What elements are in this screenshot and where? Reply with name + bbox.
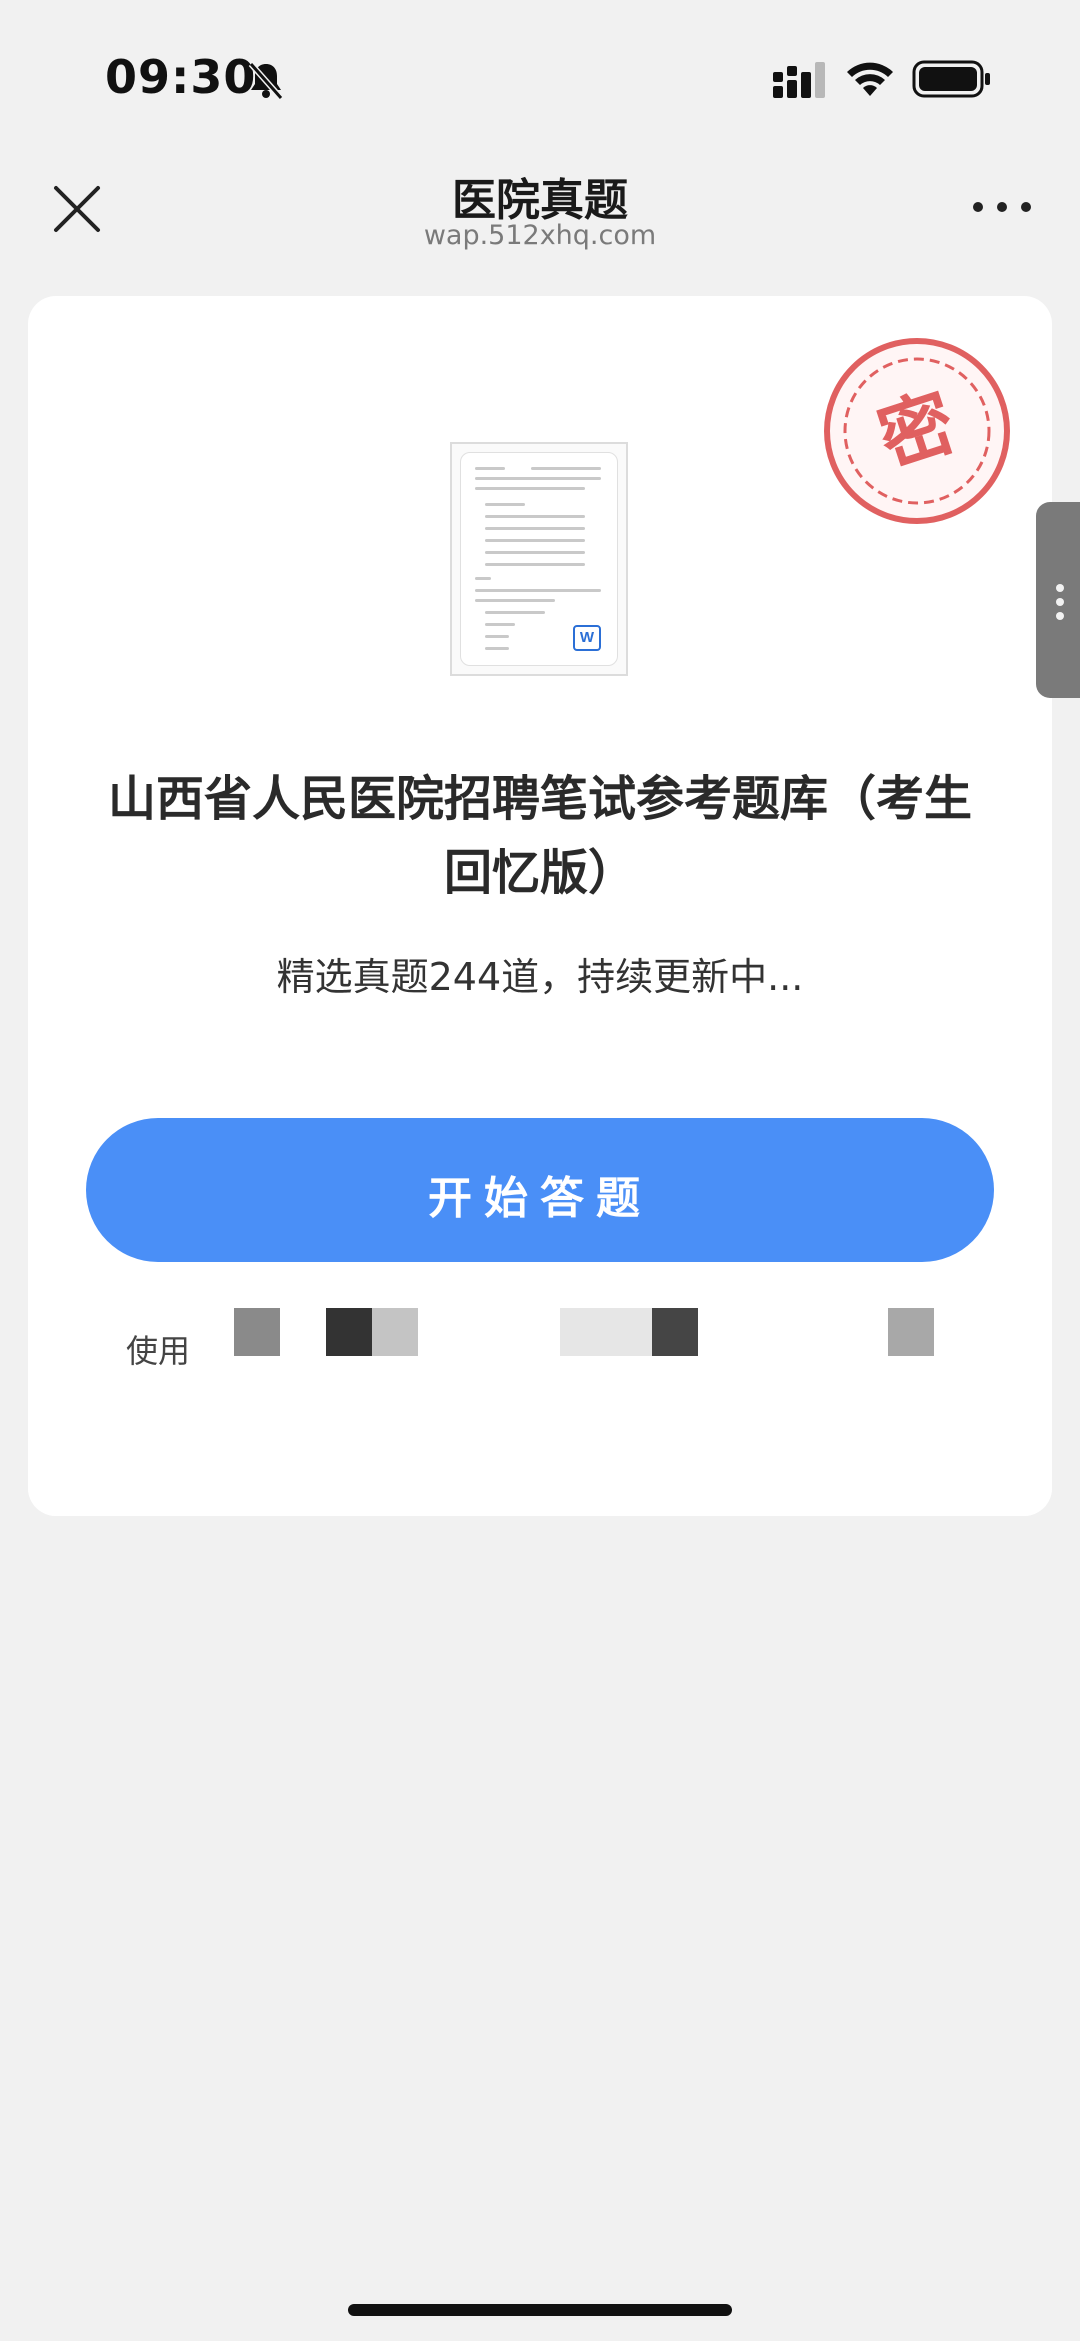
document-thumbnail: W [450, 442, 628, 676]
start-answer-button-label: 开始答题 [428, 1173, 652, 1224]
floating-side-handle[interactable] [1036, 502, 1080, 698]
word-document-icon: W [573, 625, 601, 651]
confidential-stamp: 密 [824, 338, 1010, 524]
battery-icon [912, 60, 990, 98]
nav-bar: 医院真题 wap.512xhq.com [0, 140, 1080, 270]
status-time: 09:30 [105, 50, 257, 104]
page-url: wap.512xhq.com [423, 220, 657, 251]
redacted-block [234, 1308, 280, 1356]
document-page: W [460, 452, 618, 666]
cellular-signal-icon [773, 62, 825, 98]
home-indicator[interactable] [348, 2304, 732, 2316]
page-title: 医院真题 [452, 175, 628, 226]
redacted-block [652, 1308, 698, 1356]
screen: 09:30 医院真题 wap.512xhq.com 密 W 山西省人民医院招聘笔… [0, 0, 1080, 2341]
card-bottom-fade [28, 1426, 1052, 1516]
handle-dot [1056, 598, 1064, 606]
more-dots-icon[interactable] [970, 192, 1034, 222]
start-answer-button[interactable]: 开始答题 [86, 1118, 994, 1262]
redacted-block [560, 1308, 652, 1356]
bell-muted-icon [248, 62, 284, 100]
question-bank-title: 山西省人民医院招聘笔试参考题库（考生回忆版） [107, 771, 972, 901]
status-bar: 09:30 [0, 0, 1080, 140]
question-count-text: 精选真题244道，持续更新中... [276, 955, 804, 999]
usage-note: 使用 [126, 1332, 191, 1370]
redacted-block [888, 1308, 934, 1356]
redacted-block [326, 1308, 372, 1356]
handle-dot [1056, 612, 1064, 620]
wifi-icon [847, 62, 893, 96]
redacted-block [372, 1308, 418, 1356]
handle-dot [1056, 584, 1064, 592]
question-bank-card: 密 W 山西省人民医院招聘笔试参考题库（考生回忆版） 精选真题244道，持续更新… [28, 296, 1052, 1516]
